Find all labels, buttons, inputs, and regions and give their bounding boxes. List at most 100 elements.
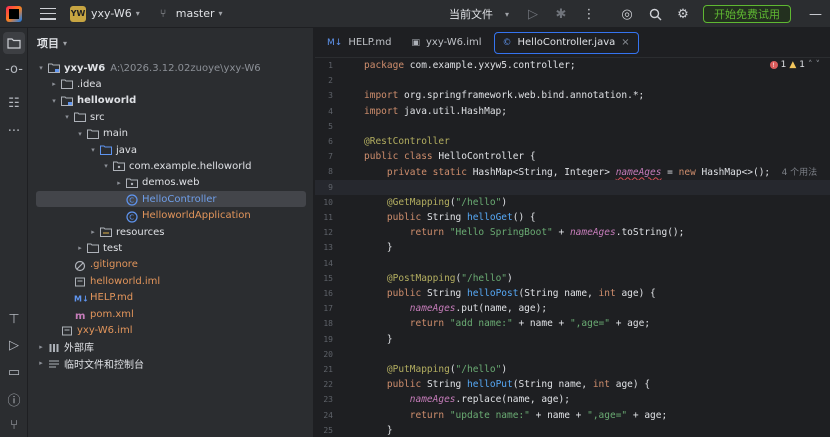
services-icon[interactable]: ⊤ (3, 308, 25, 330)
code-line[interactable]: 19 } (315, 332, 830, 347)
code-line[interactable]: 17 nameAges.put(name, age); (315, 301, 830, 316)
code-line[interactable]: 1 package com.example.yxyw5.controller; (315, 58, 830, 73)
code-line[interactable]: 10 @GetMapping("/hello") (315, 195, 830, 210)
tree-item[interactable]: .gitignore (28, 257, 138, 273)
search-icon[interactable] (645, 4, 665, 24)
editor-tab-label: HELP.md (348, 37, 392, 48)
project-panel-title[interactable]: 项目 (37, 35, 59, 51)
tree-item[interactable]: ▾ yxy-W6 A:\2026.3.12.02zuoye\yxy-W6 (28, 60, 260, 76)
chevron-down-icon[interactable]: ▾ (49, 97, 59, 105)
line-number: 24 (323, 410, 333, 420)
code-line[interactable]: 18 return "add name:" + name + ",age=" +… (315, 316, 830, 331)
editor-tab[interactable]: © HelloController.java × (493, 31, 639, 54)
chevron-right-icon[interactable]: ▸ (75, 244, 85, 252)
editor-tab[interactable]: M↓ HELP.md (319, 32, 399, 54)
code-line[interactable]: 2 (315, 73, 830, 88)
ai-assistant-icon[interactable]: ◎ (617, 4, 637, 24)
more-actions-icon[interactable]: ⋮ (579, 4, 599, 24)
run-tool-icon[interactable]: ▷ (3, 334, 25, 356)
chevron-right-icon[interactable]: ▸ (114, 179, 124, 187)
tree-item[interactable]: ▸ .idea (28, 76, 102, 92)
code-line[interactable]: 23 nameAges.replace(name, age); (315, 392, 830, 407)
tree-item[interactable]: ▸ test (28, 240, 122, 256)
tree-item[interactable]: ▾ helloworld (28, 93, 136, 109)
tree-item[interactable]: ▸ resources (28, 224, 164, 240)
code-line[interactable]: 5 (315, 119, 830, 134)
tree-item[interactable]: ▾ main (28, 126, 128, 142)
code-line[interactable]: 8 private static HashMap<String, Integer… (315, 164, 830, 179)
chevron-down-icon[interactable]: ▾ (88, 146, 98, 154)
terminal-icon[interactable]: ▭ (3, 361, 25, 383)
minimize-window-icon[interactable]: — (809, 7, 822, 22)
tree-item[interactable]: ▾ src (28, 109, 104, 125)
code-line[interactable]: 25 } (315, 423, 830, 437)
tree-item[interactable]: ▾ java (28, 142, 137, 158)
code-line[interactable]: 20 (315, 347, 830, 362)
commit-icon[interactable]: -o- (3, 58, 25, 80)
project-switcher[interactable]: yxy-W6 (91, 7, 132, 20)
line-number: 20 (323, 349, 333, 359)
problems-icon[interactable]: ⓘ (3, 388, 25, 410)
tree-item-label: 临时文件和控制台 (64, 359, 144, 371)
code-line[interactable]: 9 (315, 179, 830, 195)
tree-item-label: .gitignore (90, 259, 138, 271)
folder-icon (61, 79, 73, 90)
code-line[interactable]: 22 public String helloPut(String name, i… (315, 377, 830, 392)
code-line[interactable]: 3 import org.springframework.web.bind.ann… (315, 88, 830, 103)
chevron-right-icon[interactable]: ▸ (88, 228, 98, 236)
code-line[interactable]: 15 @PostMapping("/hello") (315, 271, 830, 286)
code-line[interactable]: 16 public String helloPost(String name, … (315, 286, 830, 301)
chevron-right-icon[interactable]: ▸ (36, 359, 46, 367)
tree-item[interactable]: m pom.xml (28, 306, 134, 322)
code-line[interactable]: 7 public class HelloController { (315, 149, 830, 164)
chevron-down-icon[interactable]: ▾ (62, 113, 72, 121)
tree-item[interactable]: ▸ 临时文件和控制台 (28, 355, 144, 371)
run-icon[interactable]: ▷ (523, 4, 543, 24)
chevron-down-icon[interactable]: ▾ (36, 64, 46, 72)
code-line[interactable]: 4 import java.util.HashMap; (315, 104, 830, 119)
project-badge[interactable]: YW (70, 5, 86, 22)
source-folder-icon (100, 145, 112, 155)
tree-item[interactable]: C HelloController (36, 191, 306, 208)
tree-item[interactable]: C HelloworldApplication (28, 208, 251, 224)
chevron-down-icon[interactable]: ▾ (75, 130, 85, 138)
tree-item[interactable]: ▸ 外部库 (28, 339, 94, 355)
iml-file-icon (74, 276, 86, 287)
code-line[interactable]: 11 public String helloGet() { (315, 210, 830, 225)
chevron-right-icon[interactable]: ▸ (49, 80, 59, 88)
tree-item-label: .idea (77, 78, 102, 90)
code-line[interactable]: 24 return "update name:" + name + ",age=… (315, 408, 830, 423)
code-line[interactable]: 14 (315, 256, 830, 271)
code-line[interactable]: 6 @RestController (315, 134, 830, 149)
structure-icon[interactable]: ☷ (3, 92, 25, 114)
tree-item-label: test (103, 242, 123, 254)
start-free-trial-button[interactable]: 开始免费试用 (703, 5, 791, 23)
project-folder-icon[interactable] (3, 32, 25, 54)
code-line[interactable]: 13 } (315, 240, 830, 255)
editor-tab-label: HelloController.java (517, 37, 616, 48)
tree-item[interactable]: helloworld.iml (28, 273, 160, 289)
debug-icon[interactable]: ✱ (551, 4, 571, 24)
editor-tab[interactable]: ▣ yxy-W6.iml (403, 32, 489, 54)
close-tab-icon[interactable]: × (621, 37, 629, 48)
more-tools-icon[interactable]: ··· (3, 120, 25, 142)
code-text: public String helloPost(String name, int… (386, 288, 656, 300)
code-editor[interactable]: 1 package com.example.yxyw5.controller; 2 3… (315, 58, 830, 437)
settings-gear-icon[interactable]: ⚙ (673, 4, 693, 24)
run-config-selector[interactable]: 当前文件 (449, 6, 493, 22)
tree-item-label: resources (116, 226, 165, 238)
tree-item[interactable]: ▸ demos.web (28, 175, 199, 191)
code-line[interactable]: 12 return "Hello SpringBoot" + nameAges.… (315, 225, 830, 240)
main-menu-icon[interactable] (40, 7, 56, 20)
tree-item[interactable]: M↓ HELP.md (28, 290, 133, 306)
chevron-right-icon[interactable]: ▸ (36, 343, 46, 351)
line-number: 21 (323, 365, 333, 375)
tree-item[interactable]: yxy-W6.iml (28, 322, 133, 338)
chevron-down-icon[interactable]: ▾ (101, 162, 111, 170)
line-number: 18 (323, 319, 333, 329)
git-icon[interactable]: ⑂ (3, 414, 25, 436)
code-line[interactable]: 21 @PutMapping("/hello") (315, 362, 830, 377)
code-text: nameAges.put(name, age); (409, 303, 548, 315)
tree-item[interactable]: ▾ com.example.helloworld (28, 158, 251, 174)
branch-switcher[interactable]: master (176, 7, 215, 20)
